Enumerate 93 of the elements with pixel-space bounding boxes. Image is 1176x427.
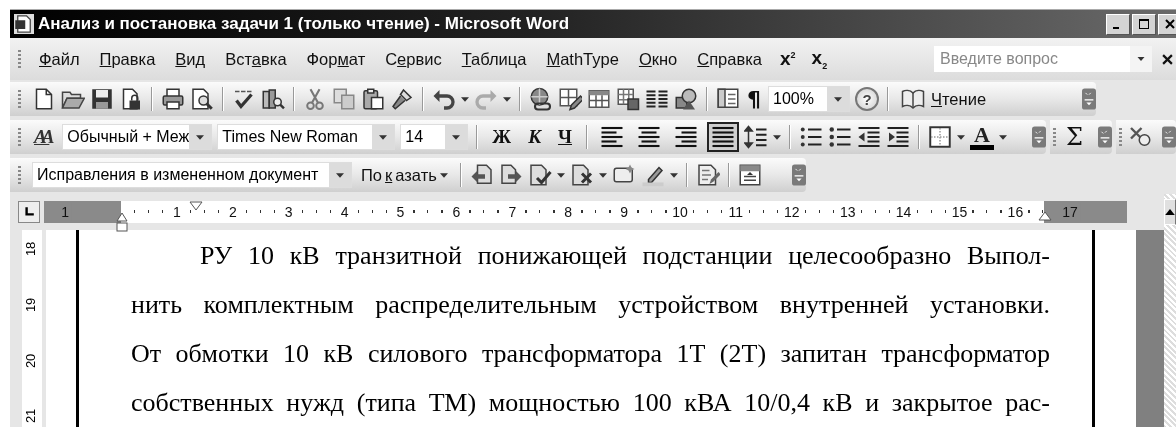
close-button[interactable] — [1158, 13, 1176, 35]
math-format-button[interactable]: x$^{2}$ — [774, 46, 802, 72]
show-menu-button[interactable]: По к азать — [357, 165, 452, 185]
numbered-list-icon[interactable] — [799, 125, 823, 149]
spreadsheet-icon[interactable] — [616, 87, 640, 111]
dropdown-arrow[interactable] — [669, 172, 678, 178]
up-arrow-icon — [1165, 209, 1175, 215]
underline-button[interactable]: Ч — [552, 126, 578, 148]
math-format-button[interactable]: x$_{2}$ — [805, 45, 834, 73]
dropdown-arrow[interactable] — [461, 96, 469, 102]
table-pencil-icon[interactable] — [558, 87, 582, 111]
undo-icon[interactable] — [432, 87, 456, 111]
help-search-field[interactable]: Введите вопрос — [934, 46, 1130, 72]
italic-button[interactable]: К — [522, 126, 548, 148]
document-cross-icon[interactable] — [569, 163, 594, 187]
font-dropdown[interactable]: Times New Roman — [217, 124, 396, 150]
dropdown-arrow[interactable] — [336, 172, 344, 178]
book-icon[interactable] — [901, 87, 925, 111]
reading-button[interactable]: Чтение — [897, 87, 991, 111]
line-spacing-icon[interactable] — [744, 125, 768, 149]
decrease-indent-icon[interactable] — [857, 125, 881, 149]
dropdown-arrow[interactable] — [773, 134, 781, 140]
font-size-dropdown[interactable]: 14 — [400, 124, 469, 150]
dropdown-arrow[interactable] — [957, 134, 965, 140]
maximize-icon — [1138, 18, 1150, 30]
dropdown-arrow[interactable] — [196, 134, 205, 140]
minimize-button[interactable] — [1106, 13, 1130, 35]
menu-item[interactable]: Сервис — [377, 47, 450, 71]
markup-display-dropdown[interactable]: Исправления в измененном документ — [32, 162, 352, 188]
menu-item[interactable]: Формат — [298, 47, 374, 71]
justify-button[interactable] — [707, 122, 739, 152]
books-icon[interactable] — [261, 87, 285, 111]
menu-item[interactable]: Правка — [91, 47, 164, 71]
help-button[interactable]: ? — [855, 87, 879, 111]
bulleted-list-icon[interactable] — [828, 125, 852, 149]
clipboard-icon[interactable] — [361, 87, 385, 111]
dropdown-arrow[interactable] — [998, 134, 1007, 140]
menu-item[interactable]: Файл — [31, 47, 88, 71]
dropdown-arrow[interactable] — [503, 96, 511, 102]
dropdown-arrow[interactable] — [556, 172, 565, 178]
menu-item[interactable]: Вид — [167, 47, 214, 71]
document-arrow-right-icon[interactable] — [498, 163, 523, 187]
ruler-number: 20 — [22, 353, 40, 368]
border-icon[interactable] — [928, 125, 952, 149]
menu-item[interactable]: Таблица — [453, 47, 535, 71]
pane-icon[interactable] — [737, 163, 762, 187]
window-title: Анализ и постановка задачи 1 (только чтение) - Microsoft Word — [38, 14, 570, 34]
menu-item[interactable]: Окно — [630, 47, 686, 71]
table-icon[interactable] — [587, 87, 611, 111]
zoom-dropdown[interactable]: 100% — [768, 86, 850, 112]
dropdown-arrow[interactable] — [598, 172, 607, 178]
show-formatting-button[interactable]: ¶ — [745, 86, 763, 112]
increase-indent-icon[interactable] — [886, 125, 910, 149]
copy-icon[interactable] — [332, 87, 356, 111]
document-pencil-icon[interactable] — [695, 163, 720, 187]
dropdown-arrow[interactable] — [452, 134, 461, 140]
menu-item[interactable]: MathType — [538, 47, 627, 71]
ruler-number: 19 — [22, 297, 40, 312]
close-icon — [1164, 18, 1176, 30]
paintbrush-icon[interactable] — [390, 87, 414, 111]
scissors-icon[interactable] — [303, 87, 327, 111]
document-check-icon[interactable] — [527, 163, 552, 187]
document-magnifier-icon[interactable] — [190, 87, 214, 111]
dropdown-arrow — [439, 172, 448, 178]
styles-button[interactable]: AA — [32, 126, 58, 148]
vertical-scrollbar[interactable] — [1164, 194, 1176, 427]
menu-item[interactable]: Вставка — [217, 47, 295, 71]
font-color-button[interactable]: A — [970, 124, 994, 150]
ruler-number: 21 — [22, 408, 40, 424]
left-indent-marker[interactable] — [116, 211, 128, 232]
dropdown-arrow[interactable] — [834, 96, 842, 102]
document-paragraph: РУ 10 кВ транзитной понижающей подстанции целесообразно Выпол- нить комплектным распределительным устройством внутренней установки. От обмотки 10 кВ силового трансформатора 1Т (2Т) запитан трансформатор собственных нужд (типа ТМ) мощностью 100 кВА 10/0,4 кВ и закрытое рас- — [131, 240, 1050, 419]
document-icon[interactable] — [14, 14, 34, 34]
columns-icon[interactable] — [645, 87, 669, 111]
menu-item[interactable]: Справка — [689, 47, 770, 71]
first-line-indent-marker[interactable] — [189, 201, 203, 211]
printer-icon[interactable] — [161, 87, 185, 111]
dropdown-arrow[interactable] — [379, 134, 388, 140]
ruler-number: 18 — [22, 241, 40, 257]
bold-button[interactable]: Ж — [486, 126, 518, 148]
maximize-button[interactable] — [1132, 13, 1156, 35]
left-tab-icon — [23, 206, 35, 218]
globe-icon[interactable] — [529, 87, 553, 111]
close-icon[interactable] — [1162, 53, 1173, 65]
scroll-up-button[interactable] — [1164, 199, 1176, 225]
minimize-icon — [1113, 27, 1119, 29]
document-map-icon[interactable] — [716, 87, 740, 111]
tab-selector-button[interactable] — [18, 201, 40, 223]
right-indent-marker[interactable] — [1038, 211, 1052, 221]
shapes-icon[interactable] — [674, 87, 698, 111]
style-dropdown[interactable]: Обычный + Меж — [62, 124, 213, 150]
magnifier-icon[interactable] — [1128, 125, 1152, 149]
document-arrow-left-icon[interactable] — [469, 163, 494, 187]
